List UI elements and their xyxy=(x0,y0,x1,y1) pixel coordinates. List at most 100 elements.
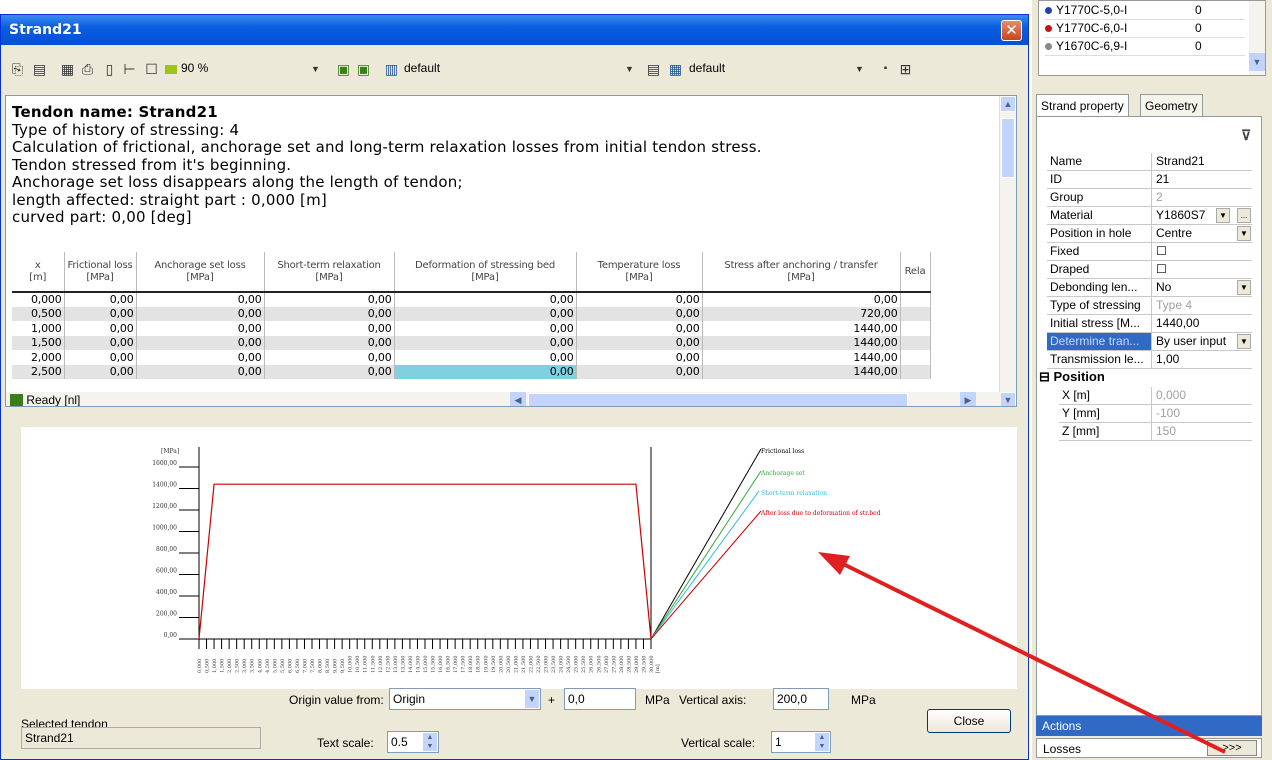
position-row[interactable]: Y [mm] -100 xyxy=(1059,405,1252,423)
position-row[interactable]: X [m] 0,000 xyxy=(1059,387,1252,405)
property-key: Determine tran... xyxy=(1047,333,1152,350)
chevron-down-icon[interactable]: ▼ xyxy=(1237,280,1251,295)
style-dropdown-icon[interactable]: ▼ xyxy=(851,61,868,77)
property-value[interactable]: -100 xyxy=(1153,405,1252,422)
x-tick-label: 4,500 xyxy=(265,659,271,673)
chevron-down-icon[interactable]: ▼ xyxy=(1216,208,1230,223)
x-tick-label: 18,000 xyxy=(468,656,474,674)
book-icon[interactable]: ▤ xyxy=(31,61,48,77)
material-count: 0 xyxy=(1195,39,1202,53)
settings-small-icon[interactable]: ▪ xyxy=(877,61,894,77)
text-scale-stepper[interactable]: 0.5 ▲ ▼ xyxy=(387,731,439,753)
property-row[interactable]: Transmission le... 1,00 xyxy=(1047,351,1252,369)
x-tick-label: 2,500 xyxy=(235,659,241,673)
chevron-down-icon[interactable]: ▼ xyxy=(1237,226,1251,241)
table-row[interactable]: 0,000 0,00 0,00 0,00 0,00 0,00 0,00 xyxy=(12,292,931,307)
scroll-right-icon[interactable]: ▶ xyxy=(960,392,976,406)
property-row[interactable]: Group 2 xyxy=(1047,189,1252,207)
spin-arrows-icon[interactable]: ▲ ▼ xyxy=(815,733,829,751)
tab-geometry[interactable]: Geometry xyxy=(1140,94,1203,116)
property-value[interactable]: 0,000 xyxy=(1153,387,1252,404)
x-tick-label: 27,500 xyxy=(611,656,617,674)
property-value[interactable]: Type 4 xyxy=(1153,297,1252,314)
collapse-icon[interactable]: ⊟ xyxy=(1039,369,1054,384)
layout-icon[interactable]: ⊞ xyxy=(897,61,914,77)
position-group-header[interactable]: ⊟ Position xyxy=(1039,369,1249,387)
origin-offset-input[interactable]: 0,0 xyxy=(564,688,636,710)
filter-icon[interactable]: ⊽ xyxy=(1241,127,1251,144)
scroll-up-icon[interactable]: ▲ xyxy=(1000,96,1016,112)
property-row[interactable]: Determine tran... By user input ▼ xyxy=(1047,333,1252,351)
property-row[interactable]: Debonding len... No ▼ xyxy=(1047,279,1252,297)
table-cell xyxy=(900,364,931,379)
table-row[interactable]: 2,500 0,00 0,00 0,00 0,00 0,00 1440,00 xyxy=(12,364,931,379)
property-value[interactable]: 21 xyxy=(1153,171,1252,188)
table-cell: 0,00 xyxy=(576,335,703,350)
table-icon: ▦ xyxy=(668,61,683,77)
table-row[interactable]: 0,500 0,00 0,00 0,00 0,00 0,00 720,00 xyxy=(12,306,931,321)
single-page-icon[interactable]: ▯ xyxy=(101,61,118,77)
table-row[interactable]: 1,500 0,00 0,00 0,00 0,00 0,00 1440,00 xyxy=(12,335,931,350)
whole-page-icon[interactable]: ☐ xyxy=(143,61,160,77)
scroll-down-icon[interactable]: ▼ xyxy=(1000,392,1016,406)
property-row[interactable]: Material Y1860S7 ▼... xyxy=(1047,207,1252,225)
property-value[interactable]: 1,00 xyxy=(1153,351,1252,368)
report-vertical-scrollbar[interactable]: ▲ ▼ xyxy=(999,96,1016,406)
vertical-axis-input[interactable]: 200,0 xyxy=(773,688,829,710)
page-width-icon[interactable]: ⊢ xyxy=(121,61,138,77)
template-combo-value[interactable]: default xyxy=(404,61,440,75)
origin-select[interactable]: Origin ▼ xyxy=(389,688,541,710)
zoom-value[interactable]: 90 % xyxy=(181,61,208,75)
property-row[interactable]: Name Strand21 xyxy=(1047,153,1252,171)
print-preview-icon[interactable]: ▦ xyxy=(59,61,76,77)
property-value[interactable]: 150 xyxy=(1153,423,1252,440)
export-all-icon[interactable]: ▣ xyxy=(355,61,372,77)
property-value[interactable]: ☐ xyxy=(1153,261,1252,278)
scroll-down-icon[interactable]: ▼ xyxy=(1249,53,1265,71)
chevron-down-icon[interactable]: ▼ xyxy=(525,690,539,708)
table-cell: 0,00 xyxy=(64,350,137,365)
property-row[interactable]: ID 21 xyxy=(1047,171,1252,189)
table-cell: 0,00 xyxy=(64,364,137,379)
position-row[interactable]: Z [mm] 150 xyxy=(1059,423,1252,441)
vertical-scale-stepper[interactable]: 1 ▲ ▼ xyxy=(771,731,831,753)
property-row[interactable]: Draped ☐ xyxy=(1047,261,1252,279)
material-item[interactable]: Y1770C-5,0-I 0 xyxy=(1045,3,1245,20)
browse-button[interactable]: ... xyxy=(1237,208,1251,223)
table-cell: 0,00 xyxy=(394,292,577,307)
hscroll-thumb[interactable] xyxy=(528,393,908,406)
property-value[interactable]: Strand21 xyxy=(1153,153,1252,170)
tab-strand-property[interactable]: Strand property xyxy=(1036,94,1129,117)
copy-icon[interactable]: ⎘ xyxy=(9,61,26,77)
property-value[interactable]: 1440,00 xyxy=(1153,315,1252,332)
scroll-thumb[interactable] xyxy=(1001,118,1015,178)
property-value[interactable]: ☐ xyxy=(1153,243,1252,260)
property-value[interactable]: 2 xyxy=(1153,189,1252,206)
template-dropdown-icon[interactable]: ▼ xyxy=(621,61,638,77)
material-scrollbar[interactable]: ▼ xyxy=(1249,1,1265,75)
material-item[interactable]: Y1770C-6,0-I 0 xyxy=(1045,21,1245,38)
material-dot-icon xyxy=(1045,43,1052,50)
property-row[interactable]: Initial stress [M... 1440,00 xyxy=(1047,315,1252,333)
x-tick-label: 3,500 xyxy=(250,659,256,673)
table-row[interactable]: 2,000 0,00 0,00 0,00 0,00 0,00 1440,00 xyxy=(12,350,931,365)
print-icon[interactable]: ⎙ xyxy=(79,61,96,77)
close-button[interactable]: Close xyxy=(927,709,1011,733)
table-cell: 0,00 xyxy=(576,321,703,336)
export-icon[interactable]: ▣ xyxy=(335,61,352,77)
spin-arrows-icon[interactable]: ▲ ▼ xyxy=(423,733,437,751)
chevron-down-icon[interactable]: ▼ xyxy=(1237,334,1251,349)
close-window-icon[interactable]: ✕ xyxy=(1001,20,1022,41)
style-combo-value[interactable]: default xyxy=(689,61,725,75)
property-row[interactable]: Fixed ☐ xyxy=(1047,243,1252,261)
property-row[interactable]: Position in hole Centre ▼ xyxy=(1047,225,1252,243)
losses-open-button[interactable]: >>> xyxy=(1207,740,1257,756)
scroll-left-icon[interactable]: ◀ xyxy=(510,392,526,406)
zoom-dropdown-icon[interactable]: ▼ xyxy=(307,61,324,77)
x-tick-label: 18,500 xyxy=(476,656,482,674)
property-row[interactable]: Type of stressing Type 4 xyxy=(1047,297,1252,315)
material-item[interactable]: Y1670C-6,9-I 0 xyxy=(1045,39,1245,56)
report-horizontal-scrollbar[interactable]: ◀ ▶ xyxy=(6,392,1001,406)
book2-icon[interactable]: ▤ xyxy=(645,61,662,77)
table-row[interactable]: 1,000 0,00 0,00 0,00 0,00 0,00 1440,00 xyxy=(12,321,931,336)
